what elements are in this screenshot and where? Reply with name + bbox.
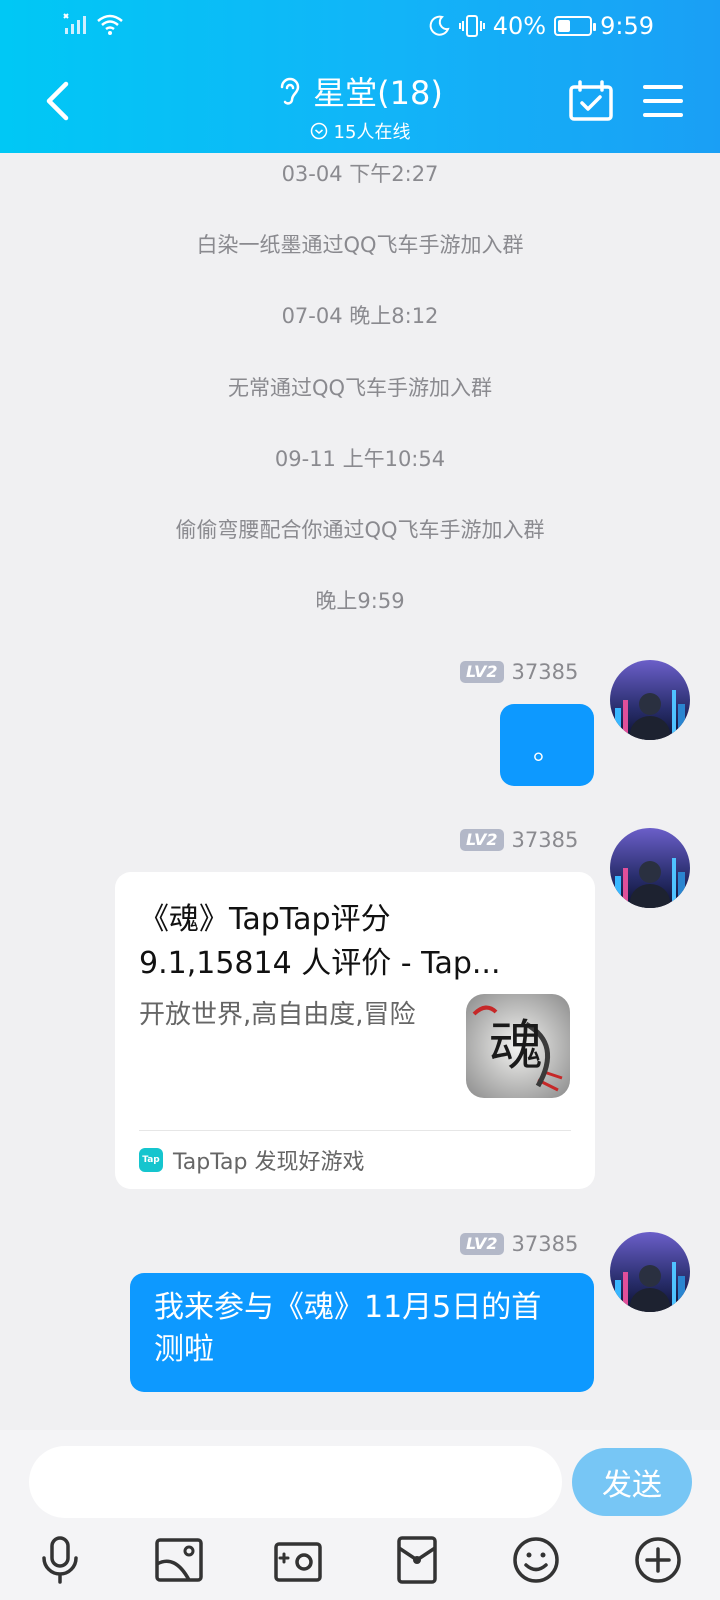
ear-icon <box>280 77 300 105</box>
level-badge: LV2 <box>460 1233 504 1255</box>
chat-header: 40% 9:59 星堂(18) 15人在线 <box>0 0 720 153</box>
taptap-logo-icon: Tap <box>139 1148 163 1172</box>
avatar-image <box>610 828 690 908</box>
card-source: Tap TapTap 发现好游戏 <box>139 1144 364 1176</box>
level-badge: LV2 <box>460 829 504 851</box>
red-packet-icon[interactable] <box>391 1534 443 1586</box>
battery-percent: 40% <box>492 12 547 40</box>
wifi-icon <box>97 14 123 35</box>
avatar[interactable] <box>610 660 690 740</box>
timestamp: 晚上9:59 <box>315 589 405 613</box>
avatar-image <box>610 1232 690 1312</box>
timestamp: 09-11 上午10:54 <box>274 447 446 471</box>
battery-icon <box>554 16 597 36</box>
timestamp: 07-04 晚上8:12 <box>281 304 439 328</box>
divider <box>139 1130 571 1131</box>
system-notice: 偷偷弯腰配合你通过QQ飞车手游加入群 <box>175 518 545 542</box>
avatar-image <box>610 660 690 740</box>
message-input[interactable] <box>29 1446 562 1518</box>
timestamp: 03-04 下午2:27 <box>281 162 439 186</box>
sender-meta: LV2 37385 <box>460 1232 578 1256</box>
sender-meta: LV2 37385 <box>460 828 578 852</box>
link-card[interactable]: 《魂》TapTap评分 9.1,15814 人评价 - Tap... 开放世界,… <box>115 872 595 1189</box>
emoji-icon[interactable] <box>510 1534 562 1586</box>
vibrate-icon <box>458 15 485 37</box>
online-count: 15人在线 <box>333 122 411 143</box>
clock: 9:59 <box>600 12 654 40</box>
card-description: 开放世界,高自由度,冒险 <box>139 1000 416 1030</box>
card-title-line: 9.1,15814 人评价 - Tap... <box>139 946 501 981</box>
sender-name[interactable]: 37385 <box>512 1232 579 1256</box>
online-check-icon <box>310 122 327 140</box>
send-button[interactable]: 发送 <box>572 1448 692 1516</box>
camera-icon[interactable] <box>272 1534 324 1586</box>
system-notice: 无常通过QQ飞车手游加入群 <box>227 376 493 400</box>
thumbnail-glyph: 魂 <box>489 1014 543 1077</box>
input-bar: 发送 <box>0 1430 720 1600</box>
system-notice: 白染一纸墨通过QQ飞车手游加入群 <box>196 233 524 257</box>
plus-icon[interactable] <box>632 1534 684 1586</box>
card-thumbnail: 魂 <box>466 994 570 1098</box>
do-not-disturb-icon <box>429 15 450 36</box>
page-title: 星堂(18) <box>313 74 443 112</box>
menu-icon[interactable] <box>642 83 684 119</box>
message-bubble[interactable]: 我来参与《魂》11月5日的首测啦 <box>130 1273 594 1392</box>
message-bubble[interactable]: 。 <box>500 704 594 786</box>
battery-fill <box>558 20 571 32</box>
card-source-label: TapTap 发现好游戏 <box>173 1150 365 1175</box>
mic-icon[interactable] <box>34 1534 86 1586</box>
signal-icon <box>63 13 86 34</box>
sender-name[interactable]: 37385 <box>512 660 579 684</box>
sender-name[interactable]: 37385 <box>512 828 579 852</box>
level-badge: LV2 <box>460 661 504 683</box>
sender-meta: LV2 37385 <box>460 660 578 684</box>
calendar-icon[interactable] <box>568 80 614 122</box>
card-title-line: 《魂》TapTap评分 <box>139 902 391 937</box>
avatar[interactable] <box>610 1232 690 1312</box>
card-title: 《魂》TapTap评分 9.1,15814 人评价 - Tap... <box>139 898 539 986</box>
image-icon[interactable] <box>153 1534 205 1586</box>
avatar[interactable] <box>610 828 690 908</box>
status-bar: 40% 9:59 <box>0 0 720 54</box>
